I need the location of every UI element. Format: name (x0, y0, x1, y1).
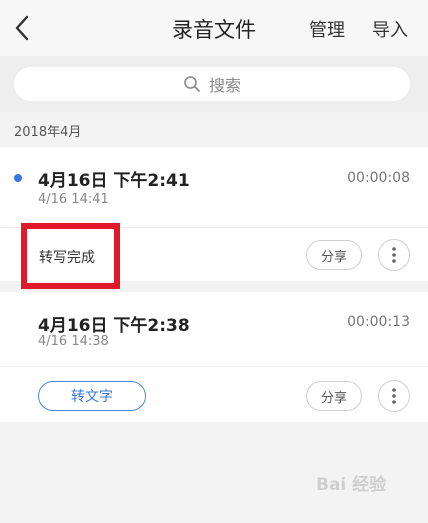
search-input[interactable]: 搜索 (14, 67, 410, 101)
convert-to-text-button[interactable]: 转文字 (38, 381, 146, 411)
recording-duration: 00:00:13 (347, 314, 410, 330)
recording-subtitle: 4/16 14:38 (38, 334, 109, 349)
month-section-label: 2018年4月 (14, 125, 82, 140)
recording-duration: 00:00:08 (347, 170, 410, 186)
page-title: 录音文件 (172, 18, 256, 42)
app-header: 录音文件 管理 导入 (0, 0, 428, 56)
manage-button[interactable]: 管理 (309, 16, 345, 42)
recording-subtitle: 4/16 14:41 (38, 192, 109, 207)
recording-item[interactable]: 4月16日 下午2:41 4/16 14:41 00:00:08 转写完成 分享 (0, 147, 428, 289)
divider (0, 366, 428, 367)
watermark: Bai 经验 (316, 475, 387, 495)
search-placeholder: 搜索 (208, 76, 241, 95)
share-button[interactable]: 分享 (306, 381, 362, 411)
more-vertical-icon (392, 247, 396, 263)
more-options-button[interactable] (378, 380, 410, 412)
more-vertical-icon (392, 388, 396, 404)
search-icon (184, 76, 200, 92)
new-indicator-dot (14, 174, 22, 182)
more-options-button[interactable] (378, 239, 410, 271)
search-bar-container: 搜索 (0, 56, 428, 112)
recording-item[interactable]: 4月16日 下午2:38 4/16 14:38 00:00:13 转文字 分享 (0, 292, 428, 422)
share-button[interactable]: 分享 (306, 240, 362, 270)
import-button[interactable]: 导入 (372, 16, 408, 42)
recording-name: 4月16日 下午2:41 (38, 171, 190, 191)
recording-name: 4月16日 下午2:38 (38, 316, 190, 336)
highlight-annotation-box (21, 223, 120, 289)
